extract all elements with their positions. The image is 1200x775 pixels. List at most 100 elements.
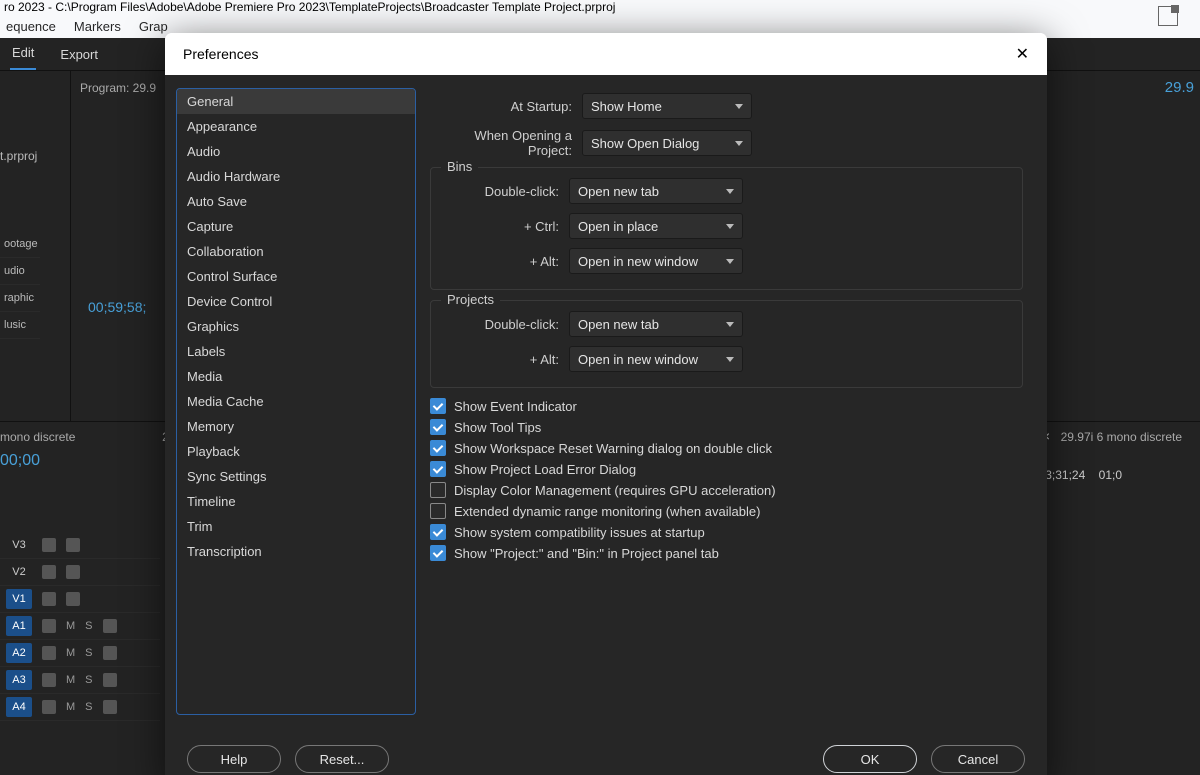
toggle-sync-icon[interactable]: [42, 592, 56, 606]
sidebar-item[interactable]: udio: [0, 258, 40, 285]
category-control-surface[interactable]: Control Surface: [177, 264, 415, 289]
category-timeline[interactable]: Timeline: [177, 489, 415, 514]
bins-doubleclick-label: Double-click:: [437, 184, 559, 199]
checkbox-row: Show "Project:" and "Bin:" in Project pa…: [430, 545, 1023, 561]
track-label[interactable]: A3: [6, 670, 32, 690]
solo-button[interactable]: S: [85, 647, 92, 659]
mic-icon[interactable]: [103, 646, 117, 660]
category-labels[interactable]: Labels: [177, 339, 415, 364]
track-label[interactable]: V3: [6, 535, 32, 555]
panel-menu-icon[interactable]: [1158, 6, 1178, 26]
track-label[interactable]: V2: [6, 562, 32, 582]
toggle-output-icon[interactable]: [66, 565, 80, 579]
mute-button[interactable]: M: [66, 701, 75, 713]
audio-track[interactable]: A1 MS: [0, 613, 160, 640]
category-audio[interactable]: Audio: [177, 139, 415, 164]
timeline-header-left: mono discrete 29: [0, 430, 175, 444]
help-button[interactable]: Help: [187, 745, 281, 773]
mute-button[interactable]: M: [66, 674, 75, 686]
checkbox-label: Show Tool Tips: [454, 420, 541, 435]
audio-track[interactable]: A2 MS: [0, 640, 160, 667]
solo-button[interactable]: S: [85, 620, 92, 632]
track-label[interactable]: A2: [6, 643, 32, 663]
tab-edit[interactable]: Edit: [10, 39, 36, 70]
track-label[interactable]: V1: [6, 589, 32, 609]
startup-select[interactable]: Show Home: [582, 93, 752, 119]
video-track[interactable]: V3: [0, 532, 160, 559]
audio-track[interactable]: A3 MS: [0, 667, 160, 694]
toggle-sync-icon[interactable]: [42, 565, 56, 579]
checkbox[interactable]: [430, 440, 446, 456]
sidebar-item[interactable]: ootage: [0, 231, 40, 258]
mute-button[interactable]: M: [66, 647, 75, 659]
toggle-sync-icon[interactable]: [42, 619, 56, 633]
sidebar-item[interactable]: lusic: [0, 312, 40, 339]
checkbox[interactable]: [430, 524, 446, 540]
menu-markers[interactable]: Markers: [74, 19, 121, 34]
solo-button[interactable]: S: [85, 674, 92, 686]
checkbox-label: Display Color Management (requires GPU a…: [454, 483, 776, 498]
video-track[interactable]: V1: [0, 586, 160, 613]
mic-icon[interactable]: [103, 619, 117, 633]
project-label: t.prproj: [0, 149, 37, 163]
bins-ctrl-select[interactable]: Open in place: [569, 213, 743, 239]
checkbox[interactable]: [430, 503, 446, 519]
toggle-sync-icon[interactable]: [42, 673, 56, 687]
open-project-select[interactable]: Show Open Dialog: [582, 130, 752, 156]
preferences-category-list: GeneralAppearanceAudioAudio HardwareAuto…: [176, 88, 416, 715]
category-appearance[interactable]: Appearance: [177, 114, 415, 139]
checkbox-row: Show Workspace Reset Warning dialog on d…: [430, 440, 1023, 456]
mic-icon[interactable]: [103, 673, 117, 687]
category-collaboration[interactable]: Collaboration: [177, 239, 415, 264]
toggle-sync-icon[interactable]: [42, 538, 56, 552]
category-media-cache[interactable]: Media Cache: [177, 389, 415, 414]
category-media[interactable]: Media: [177, 364, 415, 389]
toggle-sync-icon[interactable]: [42, 646, 56, 660]
checkbox[interactable]: [430, 461, 446, 477]
bins-doubleclick-select[interactable]: Open new tab: [569, 178, 743, 204]
projects-alt-select[interactable]: Open in new window: [569, 346, 743, 372]
category-sync-settings[interactable]: Sync Settings: [177, 464, 415, 489]
category-device-control[interactable]: Device Control: [177, 289, 415, 314]
checkbox[interactable]: [430, 482, 446, 498]
track-label[interactable]: A1: [6, 616, 32, 636]
bins-alt-select[interactable]: Open in new window: [569, 248, 743, 274]
track-label[interactable]: A4: [6, 697, 32, 717]
checkbox[interactable]: [430, 419, 446, 435]
close-icon[interactable]: ✕: [1016, 44, 1029, 64]
sidebar-item[interactable]: raphic: [0, 285, 40, 312]
toggle-sync-icon[interactable]: [42, 700, 56, 714]
category-audio-hardware[interactable]: Audio Hardware: [177, 164, 415, 189]
category-graphics[interactable]: Graphics: [177, 314, 415, 339]
category-general[interactable]: General: [177, 89, 415, 114]
program-timecode[interactable]: 00;59;58;: [88, 299, 146, 315]
mute-button[interactable]: M: [66, 620, 75, 632]
dialog-footer: Help Reset... OK Cancel: [165, 733, 1047, 775]
cancel-button[interactable]: Cancel: [931, 745, 1025, 773]
video-track[interactable]: V2: [0, 559, 160, 586]
toggle-output-icon[interactable]: [66, 592, 80, 606]
checkbox[interactable]: [430, 398, 446, 414]
projects-doubleclick-select[interactable]: Open new tab: [569, 311, 743, 337]
ok-button[interactable]: OK: [823, 745, 917, 773]
chevron-down-icon: [726, 189, 734, 194]
category-auto-save[interactable]: Auto Save: [177, 189, 415, 214]
category-memory[interactable]: Memory: [177, 414, 415, 439]
category-playback[interactable]: Playback: [177, 439, 415, 464]
category-capture[interactable]: Capture: [177, 214, 415, 239]
category-transcription[interactable]: Transcription: [177, 539, 415, 564]
audio-track[interactable]: A4 MS: [0, 694, 160, 721]
program-monitor-label: Program: 29.9: [80, 81, 156, 95]
category-trim[interactable]: Trim: [177, 514, 415, 539]
chevron-down-icon: [726, 224, 734, 229]
checkbox[interactable]: [430, 545, 446, 561]
mic-icon[interactable]: [103, 700, 117, 714]
menu-graphics[interactable]: Grap: [139, 19, 168, 34]
timeline-timecode[interactable]: 00;00: [0, 452, 40, 470]
toggle-output-icon[interactable]: [66, 538, 80, 552]
tab-export[interactable]: Export: [58, 41, 100, 70]
menu-sequence[interactable]: equence: [6, 19, 56, 34]
reset-button[interactable]: Reset...: [295, 745, 389, 773]
bins-legend: Bins: [441, 159, 478, 174]
solo-button[interactable]: S: [85, 701, 92, 713]
